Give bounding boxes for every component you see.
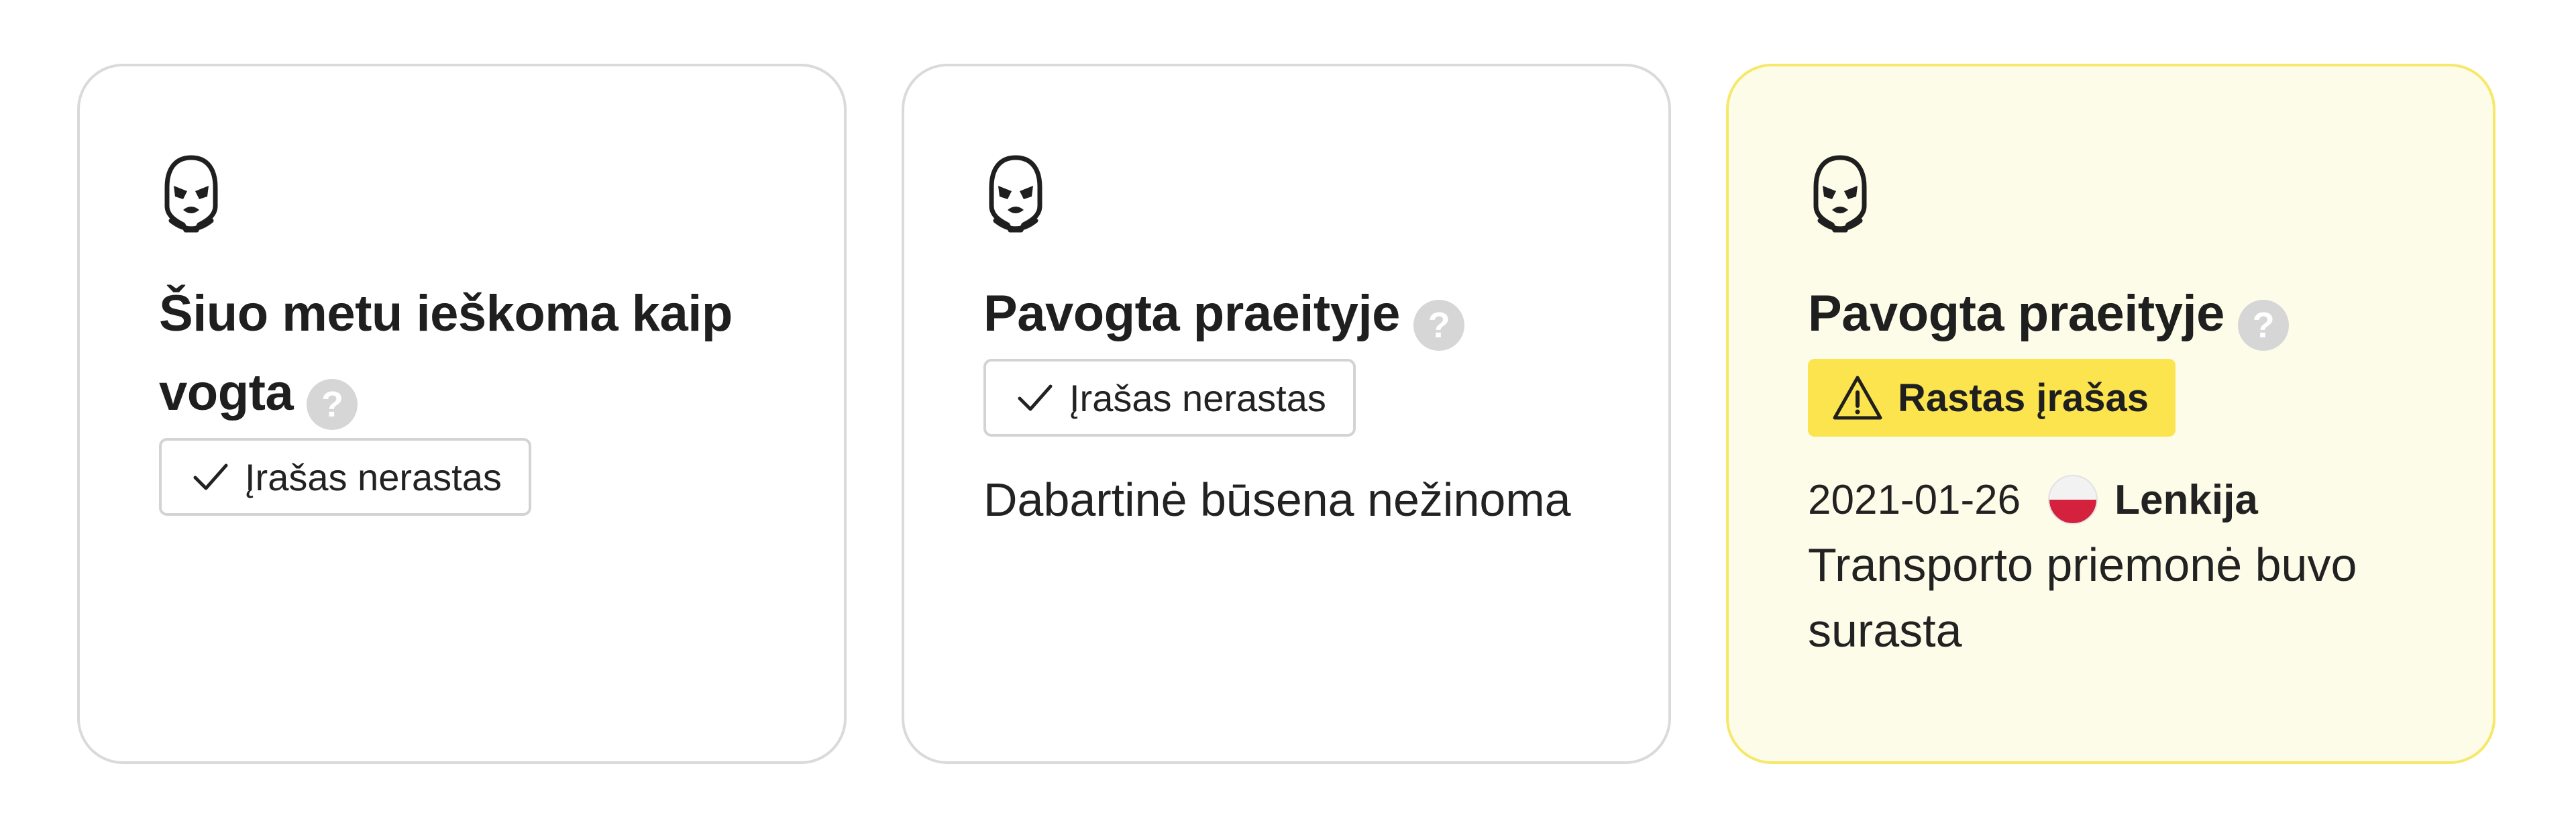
status-badge-label: Įrašas nerastas <box>245 455 502 498</box>
status-badge: Įrašas nerastas <box>159 438 531 516</box>
card-title: Pavogta praeityje? <box>983 274 1614 353</box>
poland-flag-icon <box>2048 475 2098 525</box>
found-note: Transporto priemonė buvo surasta <box>1808 539 2357 657</box>
help-icon[interactable]: ? <box>307 379 358 430</box>
help-icon[interactable]: ? <box>1413 300 1464 351</box>
status-note: Dabartinė būsena nežinoma <box>983 474 1571 526</box>
status-badge: Įrašas nerastas <box>983 359 1356 437</box>
found-country: Lenkija <box>2114 476 2258 523</box>
status-badge-label: Įrašas nerastas <box>1069 376 1326 419</box>
card-currently-wanted: Šiuo metu ieškoma kaip vogta? Įrašas ner… <box>77 64 847 764</box>
thief-mask-icon <box>989 155 1042 233</box>
stolen-check-cards: Šiuo metu ieškoma kaip vogta? Įrašas ner… <box>77 64 2496 764</box>
card-stolen-in-past-found: Pavogta praeityje? Rastas įrašas 2021-01… <box>1726 64 2496 764</box>
help-icon[interactable]: ? <box>2237 300 2289 351</box>
thief-mask-icon <box>1813 155 1867 233</box>
card-stolen-in-past: Pavogta praeityje? Įrašas nerastas Dabar… <box>902 64 1671 764</box>
record-found-label: Rastas įrašas <box>1898 376 2149 420</box>
check-icon <box>1018 384 1053 411</box>
record-found-badge: Rastas įrašas <box>1808 359 2176 437</box>
thief-mask-icon <box>164 155 218 233</box>
found-date: 2021-01-26 <box>1808 476 2021 523</box>
card-title: Šiuo metu ieškoma kaip vogta? <box>159 274 790 433</box>
check-icon <box>193 463 228 490</box>
card-title: Pavogta praeityje? <box>1808 274 2438 353</box>
found-details: 2021-01-26 Lenkija <box>1808 474 2493 525</box>
warning-icon <box>1833 376 1882 420</box>
